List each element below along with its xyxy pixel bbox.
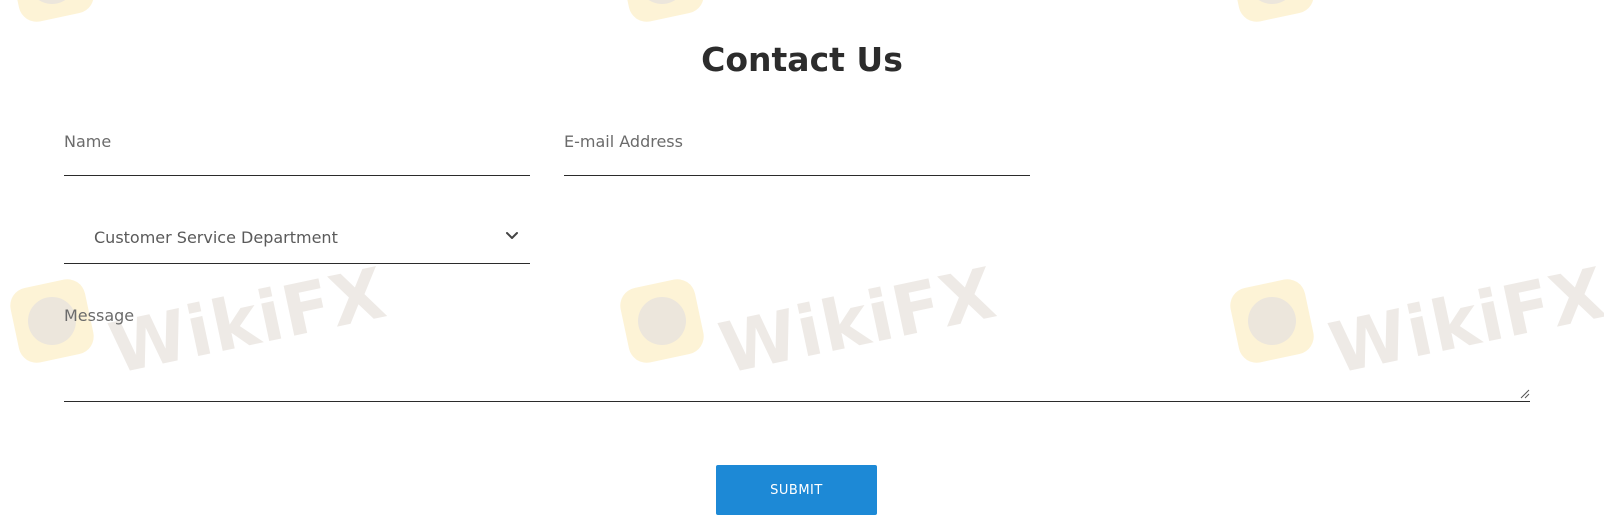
chevron-down-icon	[506, 232, 518, 239]
message-field	[64, 306, 1530, 402]
resize-grip-icon[interactable]	[1518, 387, 1530, 399]
watermark-partial	[616, 0, 708, 26]
department-select-value: Customer Service Department	[94, 228, 338, 247]
watermark-partial	[1226, 0, 1318, 26]
department-select[interactable]: Customer Service Department	[64, 222, 530, 264]
watermark-partial	[6, 0, 98, 26]
name-input[interactable]	[64, 126, 530, 156]
watermark-logo-icon	[6, 0, 98, 26]
page-title: Contact Us	[701, 40, 903, 79]
email-field	[564, 126, 1030, 176]
message-textarea[interactable]	[64, 306, 1530, 394]
watermark-logo-icon	[1226, 0, 1318, 26]
name-field	[64, 126, 530, 176]
email-input[interactable]	[564, 126, 1030, 156]
submit-button[interactable]: SUBMIT	[716, 465, 877, 515]
watermark-logo-icon	[616, 0, 708, 26]
